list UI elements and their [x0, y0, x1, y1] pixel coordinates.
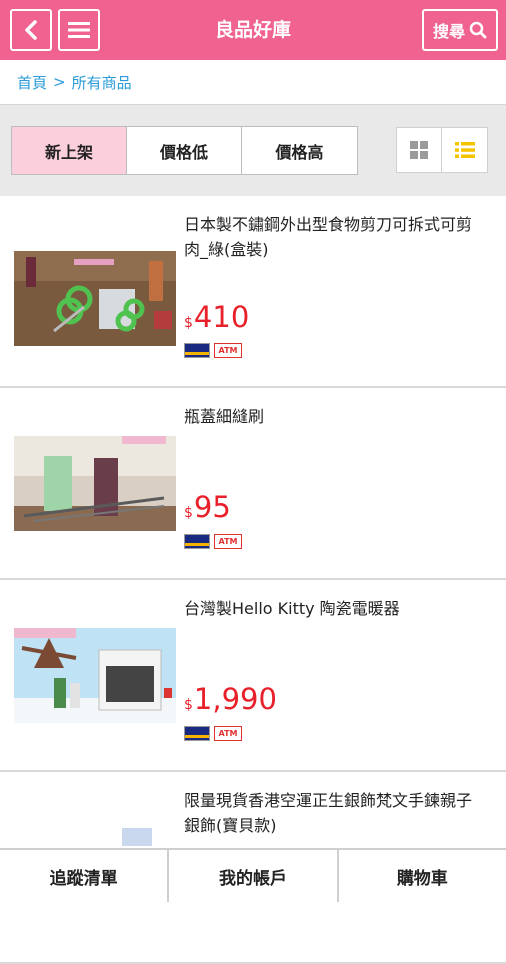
product-item[interactable]: 瓶蓋細縫刷 $95 ATM [0, 388, 506, 580]
product-price: $1,990 [184, 682, 277, 716]
payment-methods: ATM [184, 726, 242, 741]
breadcrumb-home-link[interactable]: 首頁 [17, 72, 47, 93]
product-image-heater[interactable] [14, 628, 176, 723]
payment-methods: ATM [184, 343, 242, 358]
sort-price-low-button[interactable]: 價格低 [127, 127, 242, 174]
product-name[interactable]: 日本製不鏽鋼外出型食物剪刀可拆式可剪肉_綠(盒裝) [184, 212, 484, 262]
atm-badge: ATM [214, 726, 242, 741]
tab-cart[interactable]: 購物車 [339, 850, 506, 902]
search-button[interactable]: 搜尋 [422, 9, 498, 51]
visa-card-icon [184, 534, 210, 549]
product-image-scissors[interactable] [14, 251, 176, 346]
product-name[interactable]: 瓶蓋細縫刷 [184, 404, 484, 429]
search-label: 搜尋 [432, 22, 465, 41]
price-currency: $ [184, 697, 193, 713]
grid-view-button[interactable] [397, 128, 442, 172]
atm-badge: ATM [214, 534, 242, 549]
product-price: $410 [184, 300, 249, 334]
sort-price-high-button[interactable]: 價格高 [242, 127, 357, 174]
hamburger-menu-icon [68, 22, 90, 38]
bottom-nav: 追蹤清單 我的帳戶 購物車 [0, 848, 506, 902]
breadcrumb-current[interactable]: 所有商品 [72, 72, 132, 93]
menu-button[interactable] [58, 9, 100, 51]
price-value: 1,990 [193, 682, 277, 716]
price-currency: $ [184, 315, 193, 331]
product-name[interactable]: 限量現貨香港空運正生銀飾梵文手鍊親子銀飾(寶貝款) [184, 788, 484, 838]
price-currency: $ [184, 505, 193, 521]
top-header: 良品好庫 搜尋 [0, 0, 506, 60]
visa-card-icon [184, 343, 210, 358]
price-value: 410 [193, 300, 250, 334]
breadcrumb-separator: > [53, 73, 66, 91]
product-item[interactable]: 台灣製Hello Kitty 陶瓷電暖器 $1,990 ATM [0, 580, 506, 772]
product-price: $95 [184, 490, 231, 524]
atm-badge: ATM [214, 343, 242, 358]
tab-my-account[interactable]: 我的帳戶 [169, 850, 339, 902]
search-icon [469, 21, 487, 39]
chevron-left-icon [25, 20, 37, 40]
view-toggle [396, 127, 488, 173]
product-image-brush[interactable] [14, 436, 176, 531]
grid-view-icon [410, 141, 428, 159]
product-item[interactable]: 日本製不鏽鋼外出型食物剪刀可拆式可剪肉_綠(盒裝) $410 ATM [0, 196, 506, 388]
payment-methods: ATM [184, 534, 242, 549]
price-value: 95 [193, 490, 231, 524]
list-view-button[interactable] [442, 128, 487, 172]
list-view-icon [454, 142, 475, 158]
sort-filter-bar: 新上架 價格低 價格高 [0, 104, 506, 197]
breadcrumb: 首頁 > 所有商品 [0, 60, 506, 104]
visa-card-icon [184, 726, 210, 741]
product-name[interactable]: 台灣製Hello Kitty 陶瓷電暖器 [184, 596, 484, 621]
tab-track-list[interactable]: 追蹤清單 [0, 850, 170, 902]
sort-options: 新上架 價格低 價格高 [11, 126, 358, 175]
back-button[interactable] [10, 9, 52, 51]
sort-newest-button[interactable]: 新上架 [12, 127, 127, 174]
